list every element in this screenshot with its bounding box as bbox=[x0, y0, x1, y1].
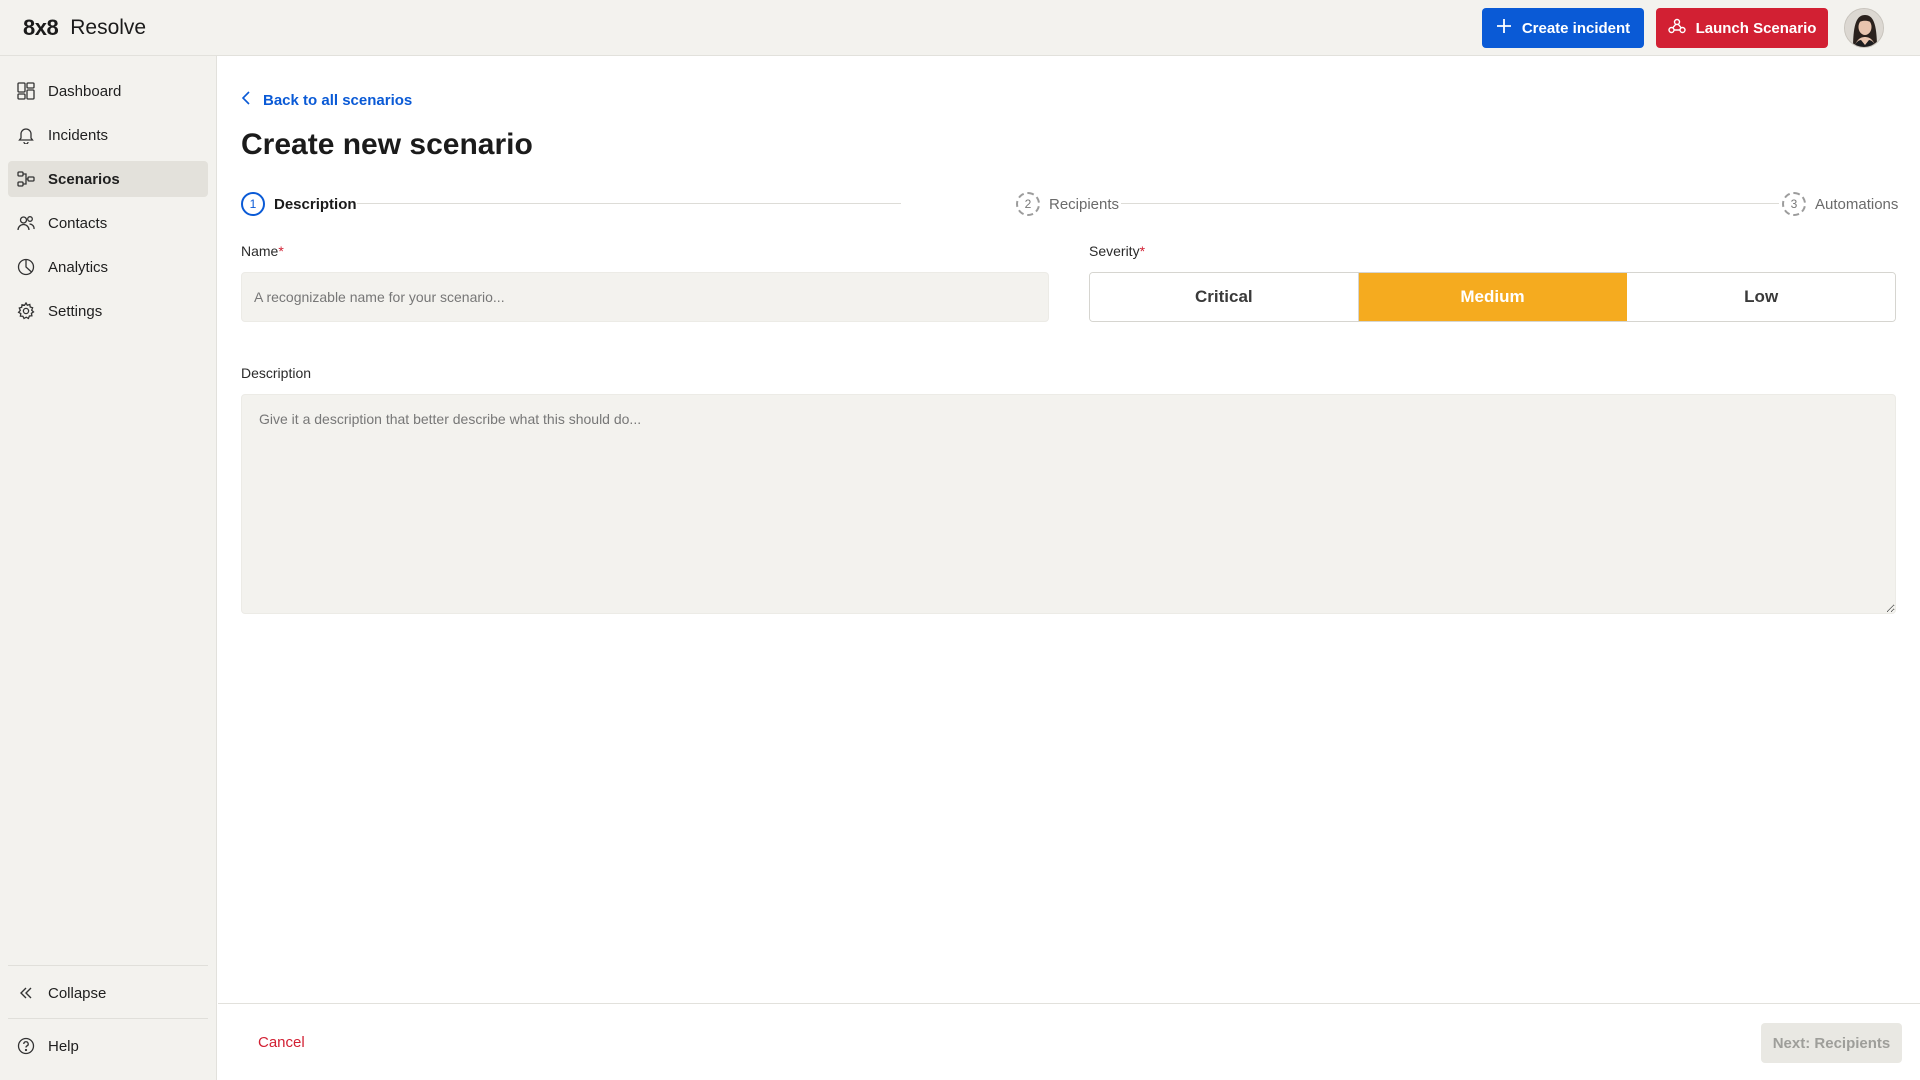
help-label: Help bbox=[48, 1037, 79, 1055]
stepper-connector bbox=[1121, 203, 1779, 204]
stepper: 1 Description 2 Recipients 3 Automations bbox=[241, 192, 1898, 216]
brand-name: Resolve bbox=[70, 16, 147, 39]
sidebar-item-analytics[interactable]: Analytics bbox=[8, 249, 208, 285]
sidebar-item-label: Analytics bbox=[48, 258, 109, 276]
analytics-icon bbox=[16, 257, 36, 277]
step-recipients[interactable]: 2 Recipients bbox=[1016, 192, 1119, 216]
next-recipients-button[interactable]: Next: Recipients bbox=[1761, 1023, 1902, 1063]
sidebar-item-dashboard[interactable]: Dashboard bbox=[8, 73, 208, 109]
name-field-label: Name* bbox=[241, 243, 284, 259]
sidebar-item-label: Incidents bbox=[48, 126, 109, 144]
step-number: 2 bbox=[1016, 192, 1040, 216]
step-number: 3 bbox=[1782, 192, 1806, 216]
top-bar: 8x8 Resolve Create incident Launch Scena… bbox=[0, 0, 1920, 56]
sidebar-item-label: Scenarios bbox=[48, 170, 120, 188]
form-footer: Cancel Next: Recipients bbox=[218, 1003, 1920, 1080]
required-mark: * bbox=[278, 243, 284, 259]
step-description[interactable]: 1 Description bbox=[241, 192, 357, 216]
description-field-label: Description bbox=[241, 365, 312, 381]
sidebar-item-label: Contacts bbox=[48, 214, 108, 232]
severity-option-medium[interactable]: Medium bbox=[1358, 273, 1628, 321]
severity-option-low[interactable]: Low bbox=[1627, 273, 1895, 321]
scenarios-icon bbox=[16, 169, 36, 189]
launch-scenario-button[interactable]: Launch Scenario bbox=[1656, 8, 1828, 48]
step-automations[interactable]: 3 Automations bbox=[1782, 192, 1898, 216]
sidebar-divider bbox=[8, 1018, 208, 1019]
gear-icon bbox=[16, 301, 36, 321]
step-label: Automations bbox=[1815, 195, 1899, 213]
required-mark: * bbox=[1139, 243, 1146, 259]
collapse-label: Collapse bbox=[48, 984, 107, 1002]
back-to-scenarios-link[interactable]: Back to all scenarios bbox=[241, 88, 412, 112]
sidebar-item-contacts[interactable]: Contacts bbox=[8, 205, 208, 241]
dashboard-icon bbox=[16, 81, 36, 101]
sidebar-item-incidents[interactable]: Incidents bbox=[8, 117, 208, 153]
launch-scenario-label: Launch Scenario bbox=[1695, 19, 1817, 37]
sidebar-item-settings[interactable]: Settings bbox=[8, 293, 208, 329]
step-label: Description bbox=[274, 195, 357, 213]
collapse-sidebar-button[interactable]: Collapse bbox=[8, 975, 208, 1011]
chevron-left-icon bbox=[241, 91, 251, 109]
brand[interactable]: 8x8 Resolve bbox=[23, 14, 146, 42]
sidebar-divider bbox=[8, 965, 208, 966]
sidebar-item-label: Settings bbox=[48, 302, 103, 320]
plus-icon bbox=[1496, 18, 1512, 38]
help-icon bbox=[16, 1036, 36, 1056]
contacts-icon bbox=[16, 213, 36, 233]
sidebar: Dashboard Incidents Scenarios Contacts A… bbox=[0, 56, 217, 1080]
help-button[interactable]: Help bbox=[8, 1028, 208, 1064]
scenario-description-textarea[interactable] bbox=[241, 394, 1896, 614]
sidebar-item-scenarios[interactable]: Scenarios bbox=[8, 161, 208, 197]
user-avatar[interactable] bbox=[1844, 8, 1884, 48]
brand-logo: 8x8 bbox=[23, 15, 59, 40]
sidebar-item-label: Dashboard bbox=[48, 82, 122, 100]
severity-selector: Critical Medium Low bbox=[1089, 272, 1896, 322]
launch-scenario-icon bbox=[1667, 18, 1686, 38]
step-number: 1 bbox=[241, 192, 265, 216]
severity-field-label: Severity* bbox=[1089, 243, 1145, 259]
stepper-connector bbox=[357, 203, 901, 204]
back-link-label: Back to all scenarios bbox=[263, 91, 413, 109]
step-label: Recipients bbox=[1049, 195, 1120, 213]
scenario-name-input[interactable] bbox=[241, 272, 1049, 322]
severity-option-critical[interactable]: Critical bbox=[1090, 273, 1359, 321]
cancel-button[interactable]: Cancel bbox=[258, 1034, 305, 1051]
name-label-text: Name bbox=[241, 243, 279, 259]
create-incident-label: Create incident bbox=[1521, 19, 1631, 37]
severity-label-text: Severity bbox=[1089, 243, 1140, 259]
page-title: Create new scenario bbox=[241, 128, 533, 161]
double-chevron-left-icon bbox=[16, 983, 36, 1003]
create-incident-button[interactable]: Create incident bbox=[1482, 8, 1644, 48]
bell-icon bbox=[16, 125, 36, 145]
